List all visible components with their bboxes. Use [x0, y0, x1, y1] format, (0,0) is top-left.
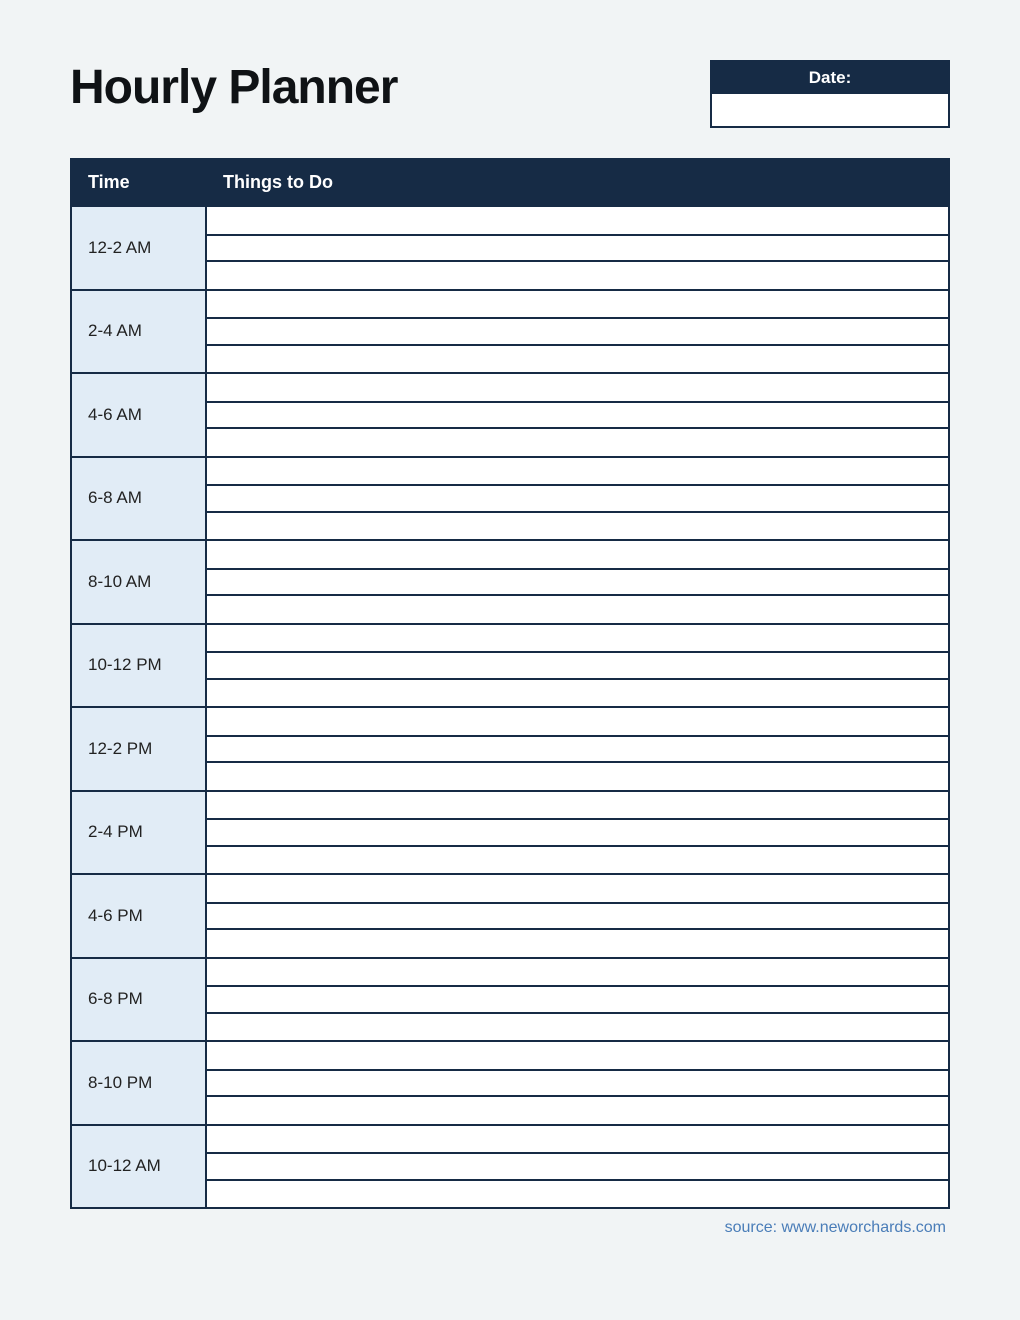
- todo-entry-input[interactable]: [207, 987, 948, 1014]
- date-box: Date:: [710, 60, 950, 128]
- todo-entry-input[interactable]: [207, 930, 948, 957]
- page-title: Hourly Planner: [70, 60, 397, 115]
- todo-entry-input[interactable]: [207, 262, 948, 289]
- table-row: 10-12 PM: [72, 623, 948, 707]
- source-attribution: source: www.neworchards.com: [70, 1219, 950, 1237]
- todo-entry-input[interactable]: [207, 543, 948, 570]
- table-row: 2-4 PM: [72, 790, 948, 874]
- things-cell: [207, 792, 948, 874]
- time-cell: 12-2 AM: [72, 207, 207, 289]
- things-cell: [207, 1042, 948, 1124]
- things-cell: [207, 959, 948, 1041]
- todo-entry-input[interactable]: [207, 376, 948, 403]
- todo-entry-input[interactable]: [207, 794, 948, 821]
- table-row: 6-8 AM: [72, 456, 948, 540]
- things-cell: [207, 291, 948, 373]
- table-row: 4-6 PM: [72, 873, 948, 957]
- todo-entry-input[interactable]: [207, 763, 948, 790]
- time-cell: 10-12 PM: [72, 625, 207, 707]
- time-cell: 2-4 AM: [72, 291, 207, 373]
- date-label: Date:: [712, 62, 948, 94]
- todo-entry-input[interactable]: [207, 904, 948, 931]
- todo-entry-input[interactable]: [207, 710, 948, 737]
- todo-entry-input[interactable]: [207, 513, 948, 540]
- todo-entry-input[interactable]: [207, 236, 948, 263]
- todo-entry-input[interactable]: [207, 1097, 948, 1124]
- things-cell: [207, 625, 948, 707]
- todo-entry-input[interactable]: [207, 680, 948, 707]
- todo-entry-input[interactable]: [207, 429, 948, 456]
- table-row: 4-6 AM: [72, 372, 948, 456]
- date-input[interactable]: [712, 94, 948, 126]
- things-cell: [207, 374, 948, 456]
- table-row: 8-10 PM: [72, 1040, 948, 1124]
- todo-entry-input[interactable]: [207, 403, 948, 430]
- table-header: Time Things to Do: [72, 160, 948, 205]
- time-cell: 8-10 PM: [72, 1042, 207, 1124]
- time-cell: 6-8 AM: [72, 458, 207, 540]
- table-row: 6-8 PM: [72, 957, 948, 1041]
- todo-entry-input[interactable]: [207, 847, 948, 874]
- todo-entry-input[interactable]: [207, 1071, 948, 1098]
- todo-entry-input[interactable]: [207, 877, 948, 904]
- table-row: 12-2 AM: [72, 205, 948, 289]
- todo-entry-input[interactable]: [207, 319, 948, 346]
- todo-entry-input[interactable]: [207, 486, 948, 513]
- planner-table: Time Things to Do 12-2 AM2-4 AM4-6 AM6-8…: [70, 158, 950, 1209]
- todo-entry-input[interactable]: [207, 653, 948, 680]
- todo-entry-input[interactable]: [207, 1128, 948, 1155]
- todo-entry-input[interactable]: [207, 209, 948, 236]
- todo-entry-input[interactable]: [207, 293, 948, 320]
- things-cell: [207, 541, 948, 623]
- todo-entry-input[interactable]: [207, 820, 948, 847]
- column-header-time: Time: [72, 160, 207, 205]
- todo-entry-input[interactable]: [207, 961, 948, 988]
- todo-entry-input[interactable]: [207, 460, 948, 487]
- things-cell: [207, 458, 948, 540]
- todo-entry-input[interactable]: [207, 570, 948, 597]
- todo-entry-input[interactable]: [207, 596, 948, 623]
- time-cell: 8-10 AM: [72, 541, 207, 623]
- time-cell: 10-12 AM: [72, 1126, 207, 1208]
- time-cell: 4-6 PM: [72, 875, 207, 957]
- things-cell: [207, 1126, 948, 1208]
- time-cell: 6-8 PM: [72, 959, 207, 1041]
- things-cell: [207, 708, 948, 790]
- table-row: 10-12 AM: [72, 1124, 948, 1208]
- todo-entry-input[interactable]: [207, 737, 948, 764]
- todo-entry-input[interactable]: [207, 1181, 948, 1208]
- time-cell: 12-2 PM: [72, 708, 207, 790]
- table-row: 12-2 PM: [72, 706, 948, 790]
- column-header-things: Things to Do: [207, 160, 948, 205]
- todo-entry-input[interactable]: [207, 1014, 948, 1041]
- things-cell: [207, 207, 948, 289]
- time-cell: 2-4 PM: [72, 792, 207, 874]
- todo-entry-input[interactable]: [207, 627, 948, 654]
- things-cell: [207, 875, 948, 957]
- time-cell: 4-6 AM: [72, 374, 207, 456]
- todo-entry-input[interactable]: [207, 1044, 948, 1071]
- table-row: 2-4 AM: [72, 289, 948, 373]
- todo-entry-input[interactable]: [207, 346, 948, 373]
- todo-entry-input[interactable]: [207, 1154, 948, 1181]
- table-row: 8-10 AM: [72, 539, 948, 623]
